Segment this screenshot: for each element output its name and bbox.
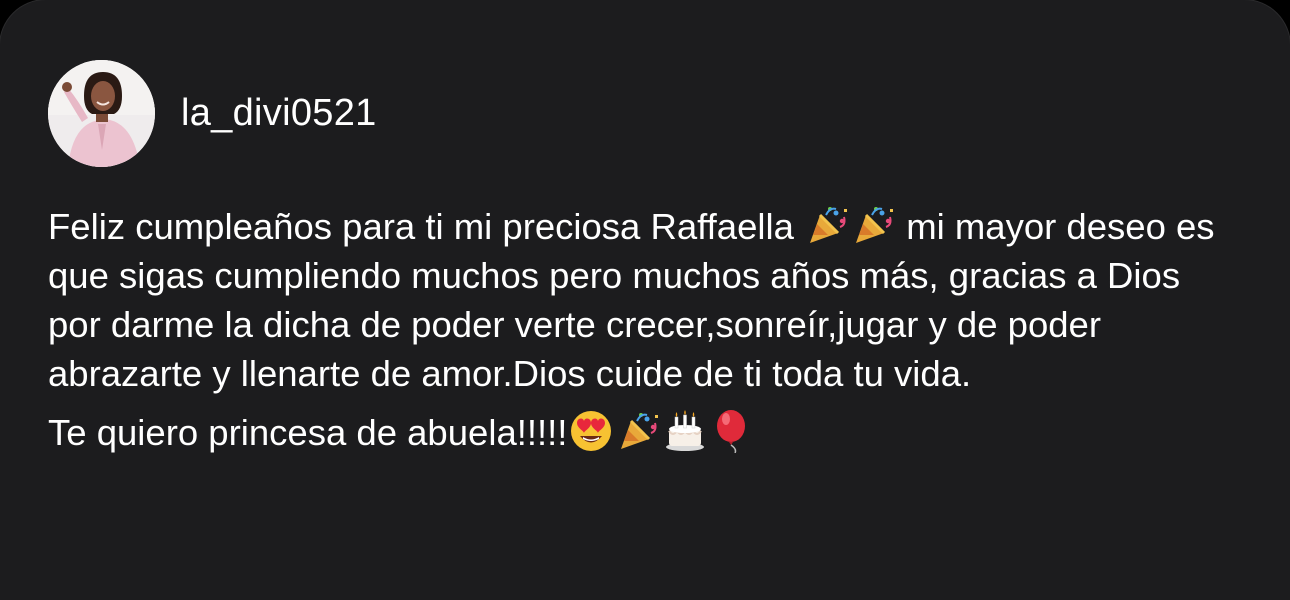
avatar[interactable] bbox=[48, 60, 155, 167]
message-closing-text: Te quiero princesa de abuela!!!!! bbox=[48, 412, 568, 453]
avatar-photo-icon bbox=[48, 60, 155, 167]
party-popper-icon bbox=[806, 205, 848, 247]
message-paragraph: Feliz cumpleaños para ti mi preciosa Raf… bbox=[48, 202, 1238, 398]
comment-header: la_divi0521 bbox=[48, 60, 377, 167]
comment-card: la_divi0521 Feliz cumpleaños para ti mi … bbox=[0, 0, 1290, 600]
party-popper-icon bbox=[617, 411, 659, 453]
red-balloon-icon bbox=[711, 409, 755, 453]
party-popper-icon bbox=[852, 205, 894, 247]
username[interactable]: la_divi0521 bbox=[181, 92, 377, 135]
message-closing: Te quiero princesa de abuela!!!!! bbox=[48, 408, 1238, 457]
heart-eyes-face-icon bbox=[569, 409, 613, 453]
birthday-cake-icon bbox=[663, 409, 707, 453]
comment-text: Feliz cumpleaños para ti mi preciosa Raf… bbox=[48, 202, 1238, 457]
message-text-part1: Feliz cumpleaños para ti mi preciosa Raf… bbox=[48, 206, 794, 247]
